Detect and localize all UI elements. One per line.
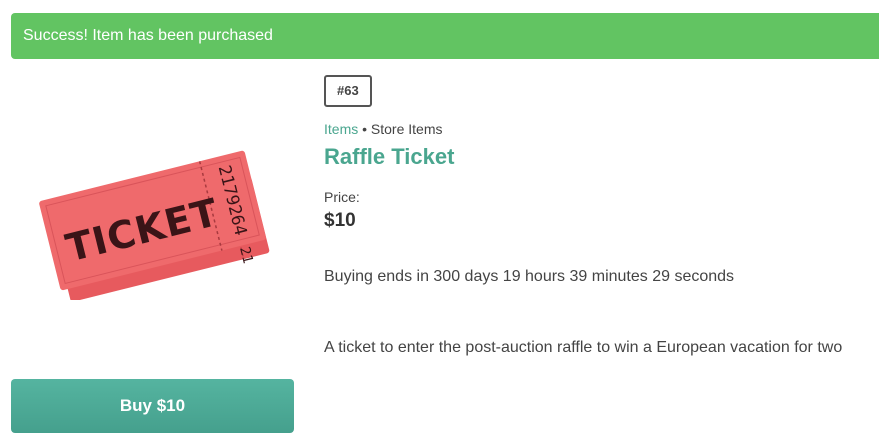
breadcrumb-link-items[interactable]: Items (324, 121, 358, 137)
ticket-image: TICKET 2179264 21 (34, 140, 274, 302)
buying-countdown: Buying ends in 300 days 19 hours 39 minu… (324, 268, 735, 285)
success-alert-message: Success! Item has been purchased (23, 27, 273, 44)
breadcrumb: Items • Store Items (324, 121, 443, 137)
success-alert: Success! Item has been purchased (11, 13, 879, 59)
ticket-icon: TICKET 2179264 21 (39, 150, 270, 302)
breadcrumb-separator: • (362, 121, 368, 137)
price-label: Price: (324, 189, 360, 205)
breadcrumb-current: Store Items (370, 121, 443, 137)
ticket-stub-text: 21 (236, 245, 256, 265)
buy-button[interactable]: Buy $10 (11, 379, 294, 433)
item-description: A ticket to enter the post-auction raffl… (324, 339, 843, 356)
price-value: $10 (324, 210, 356, 231)
item-number-badge: #63 (324, 75, 372, 107)
item-title: Raffle Ticket (324, 144, 455, 169)
